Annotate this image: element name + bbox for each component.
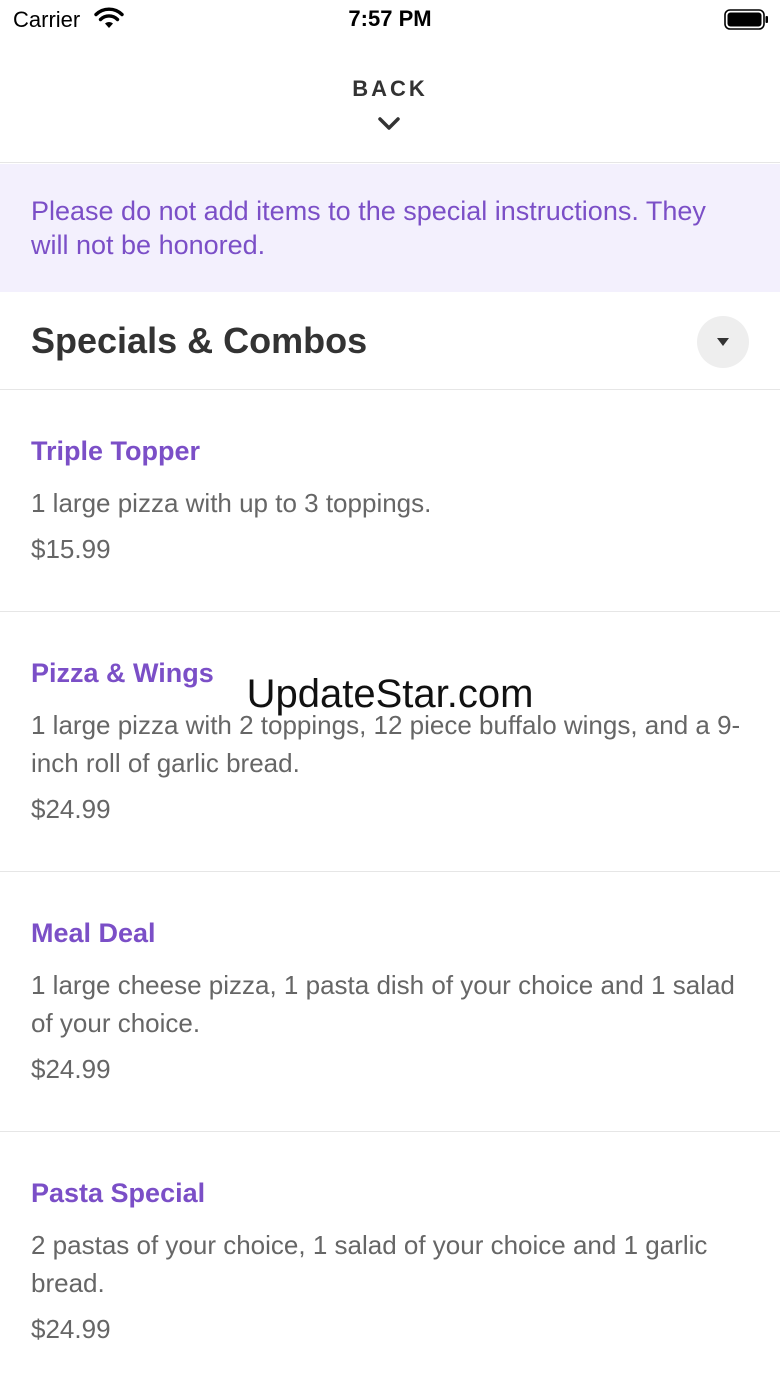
item-name: Pizza & Wings	[31, 658, 214, 688]
item-price: $15.99	[31, 534, 111, 564]
menu-item[interactable]: Pasta Special 2 pastas of your choice, 1…	[0, 1132, 780, 1387]
item-description: 1 large pizza with 2 toppings, 12 piece …	[31, 710, 741, 778]
chevron-down-icon	[378, 117, 400, 130]
menu-item[interactable]: Meal Deal 1 large cheese pizza, 1 pasta …	[0, 872, 780, 1132]
back-button[interactable]: BACK	[0, 40, 780, 163]
screen: Carrier 7:57 PM BACK Please do not add i…	[0, 0, 780, 1387]
item-description: 1 large pizza with up to 3 toppings.	[31, 488, 432, 518]
notice-banner: Please do not add items to the special i…	[0, 164, 780, 292]
item-name: Triple Topper	[31, 436, 201, 466]
caret-down-icon	[717, 338, 729, 346]
item-price: $24.99	[31, 794, 111, 824]
clock: 7:57 PM	[348, 6, 432, 31]
section-title: Specials & Combos	[31, 320, 368, 361]
battery-icon	[724, 9, 768, 30]
item-price: $24.99	[31, 1314, 111, 1344]
section-header[interactable]: Specials & Combos	[0, 292, 780, 390]
status-bar: Carrier 7:57 PM	[0, 0, 780, 40]
notice-text: Please do not add items to the special i…	[31, 196, 706, 260]
item-description: 1 large cheese pizza, 1 pasta dish of yo…	[31, 970, 735, 1038]
item-price: $24.99	[31, 1054, 111, 1084]
menu-item[interactable]: Triple Topper 1 large pizza with up to 3…	[0, 390, 780, 612]
collapse-section-button[interactable]	[697, 316, 749, 368]
item-name: Meal Deal	[31, 918, 156, 948]
back-label: BACK	[352, 76, 428, 101]
menu-item[interactable]: Pizza & Wings 1 large pizza with 2 toppi…	[0, 612, 780, 872]
item-name: Pasta Special	[31, 1178, 206, 1208]
item-description: 2 pastas of your choice, 1 salad of your…	[31, 1230, 708, 1298]
